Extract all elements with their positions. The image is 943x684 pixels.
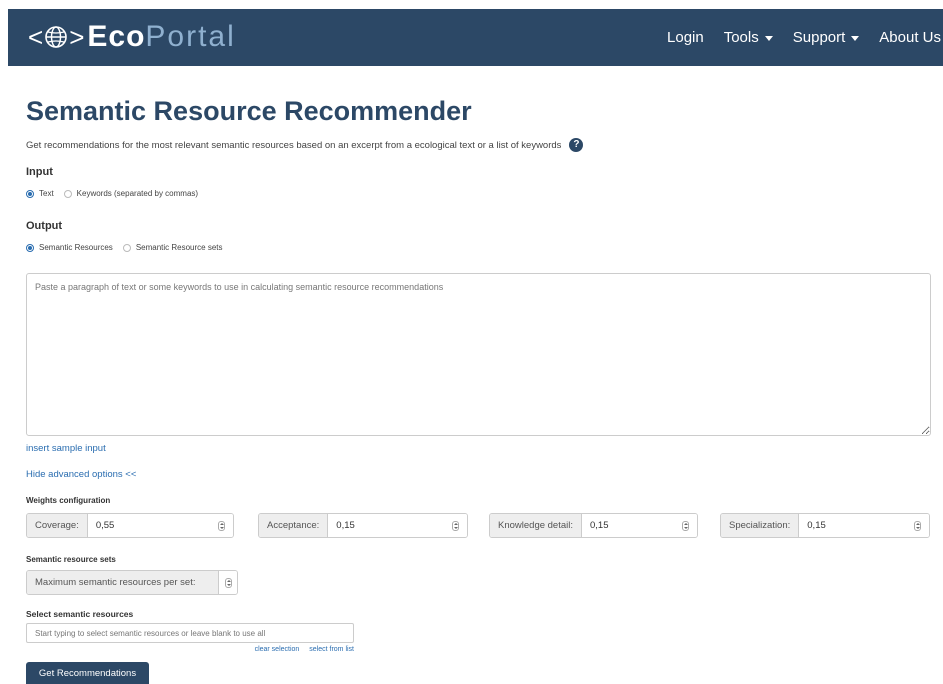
nav-about-us[interactable]: About Us [879, 29, 941, 46]
spinner-icon[interactable] [225, 578, 232, 588]
radio-text[interactable] [26, 189, 34, 198]
page-subtitle-text: Get recommendations for the most relevan… [26, 139, 562, 151]
input-option-text-label: Text [39, 189, 54, 198]
spinner-icon[interactable] [218, 521, 225, 531]
input-label: Input [26, 166, 53, 178]
max-resources-label: Maximum semantic resources per set: [27, 571, 219, 594]
output-option-semantic-resource-sets[interactable]: Semantic Resource sets [122, 243, 223, 252]
spinner-icon[interactable] [452, 521, 459, 531]
select-from-list-link[interactable]: select from list [309, 646, 354, 653]
acceptance-input-group: Acceptance: 0,15 [258, 513, 468, 538]
page-title: Semantic Resource Recommender [26, 96, 472, 126]
brand-portal-text: Portal [145, 20, 236, 53]
output-radio-group: Semantic Resources Semantic Resource set… [26, 243, 233, 252]
coverage-input[interactable]: 0,55 [87, 514, 233, 537]
nav-tools[interactable]: Tools [724, 29, 773, 46]
specialization-input-group: Specialization: 0,15 [720, 513, 930, 538]
weights-configuration-label: Weights configuration [26, 496, 111, 505]
coverage-input-group: Coverage: 0,55 [26, 513, 234, 538]
get-recommendations-button[interactable]: Get Recommendations [26, 662, 149, 684]
spinner-icon[interactable] [682, 521, 689, 531]
logo-left-chevron-icon: < [28, 22, 44, 52]
navbar: < > Eco Portal Login Tools Support About… [8, 9, 943, 66]
knowledge-detail-input-group: Knowledge detail: 0,15 [489, 513, 698, 538]
question-circle-icon[interactable]: ? [569, 138, 584, 152]
coverage-value: 0,55 [95, 520, 115, 531]
logo-right-chevron-icon: > [69, 22, 85, 52]
max-resources-input[interactable] [219, 571, 237, 594]
coverage-label: Coverage: [27, 514, 88, 537]
nav-about-label: About Us [879, 29, 941, 46]
select-resources-input[interactable]: Start typing to select semantic resource… [26, 623, 354, 643]
select-resources-placeholder: Start typing to select semantic resource… [35, 628, 266, 638]
output-option-resources-label: Semantic Resources [39, 243, 113, 252]
nav-login[interactable]: Login [667, 29, 704, 46]
brand-logo[interactable]: < > Eco Portal [28, 17, 236, 57]
input-option-keywords-label: Keywords (separated by commas) [76, 189, 199, 198]
selection-links: clear selection select from list [247, 646, 354, 653]
input-option-keywords[interactable]: Keywords (separated by commas) [63, 189, 199, 198]
clear-selection-link[interactable]: clear selection [255, 646, 300, 653]
radio-semantic-resources[interactable] [26, 243, 34, 252]
acceptance-input[interactable]: 0,15 [328, 514, 467, 537]
input-textarea[interactable] [26, 273, 931, 436]
hide-advanced-options-link[interactable]: Hide advanced options << [26, 469, 136, 480]
caret-down-icon [851, 36, 860, 41]
select-semantic-resources-label: Select semantic resources [26, 609, 134, 619]
nav-menu: Login Tools Support About Us [647, 9, 943, 66]
specialization-value: 0,15 [807, 520, 826, 531]
output-option-sets-label: Semantic Resource sets [135, 243, 223, 252]
nav-support-label: Support [792, 29, 846, 46]
output-option-semantic-resources[interactable]: Semantic Resources [26, 243, 113, 252]
nav-login-label: Login [667, 29, 704, 46]
specialization-input[interactable]: 0,15 [799, 514, 929, 537]
page-subtitle: Get recommendations for the most relevan… [26, 138, 584, 152]
spinner-icon[interactable] [914, 521, 921, 531]
nav-support[interactable]: Support [793, 29, 860, 46]
globe-icon [45, 26, 67, 48]
caret-down-icon [764, 36, 773, 41]
knowledge-detail-label: Knowledge detail: [490, 514, 582, 537]
insert-sample-input-link[interactable]: insert sample input [26, 443, 106, 454]
knowledge-detail-input[interactable]: 0,15 [582, 514, 697, 537]
acceptance-label: Acceptance: [259, 514, 329, 537]
output-label: Output [26, 220, 63, 232]
radio-semantic-resource-sets[interactable] [122, 243, 131, 252]
knowledge-detail-value: 0,15 [590, 520, 609, 531]
specialization-label: Specialization: [721, 514, 800, 537]
input-option-text[interactable]: Text [26, 189, 54, 198]
acceptance-value: 0,15 [336, 520, 355, 531]
input-radio-group: Text Keywords (separated by commas) [26, 189, 208, 198]
max-resources-input-group: Maximum semantic resources per set: [26, 570, 238, 595]
radio-keywords[interactable] [63, 189, 72, 198]
nav-tools-label: Tools [723, 29, 759, 46]
brand-eco-text: Eco [87, 20, 146, 53]
semantic-resource-sets-label: Semantic resource sets [26, 555, 116, 564]
